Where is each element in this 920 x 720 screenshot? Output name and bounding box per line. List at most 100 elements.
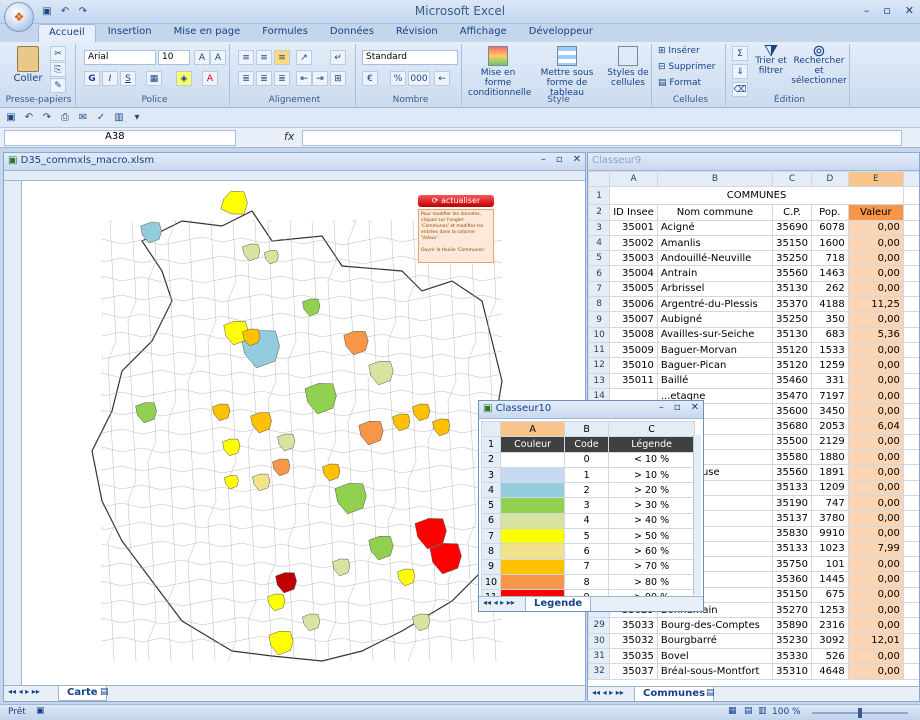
- col-letter[interactable]: A: [609, 171, 658, 188]
- align-center-icon[interactable]: ≣: [256, 71, 272, 86]
- close-icon[interactable]: ✕: [691, 402, 699, 413]
- col-letter[interactable]: D: [810, 171, 849, 188]
- cell[interactable]: 35470: [772, 387, 812, 405]
- cell[interactable]: 35130: [772, 326, 812, 343]
- name-box[interactable]: A38: [4, 130, 236, 146]
- row-number[interactable]: 9: [588, 311, 611, 328]
- cell[interactable]: 0,00: [847, 525, 904, 542]
- font-name-select[interactable]: Arial: [84, 50, 156, 65]
- cell[interactable]: 0,00: [847, 357, 904, 374]
- column-header[interactable]: Valeur: [847, 204, 904, 221]
- cell[interactable]: 35310: [772, 663, 812, 680]
- cell[interactable]: [902, 617, 919, 634]
- conditional-format-button[interactable]: Mise en forme conditionnelle: [468, 46, 531, 98]
- align-middle-icon[interactable]: ≡: [256, 50, 272, 65]
- sheet-nav-icons[interactable]: ◂◂ ◂ ▸ ▸▸: [8, 687, 40, 696]
- cell[interactable]: 3092: [810, 632, 849, 649]
- align-bottom-icon[interactable]: ≡: [274, 50, 290, 65]
- cell[interactable]: 0,00: [847, 403, 904, 420]
- cell[interactable]: 0,00: [847, 234, 904, 252]
- print-preview-icon[interactable]: ⎙: [58, 111, 72, 125]
- tab-5[interactable]: Révision: [386, 24, 448, 42]
- cell[interactable]: 9910: [810, 525, 849, 542]
- cell[interactable]: Baguer-Pican: [656, 357, 774, 374]
- row-number[interactable]: 10: [480, 573, 502, 591]
- cell[interactable]: Amanlis: [656, 234, 774, 252]
- percent-button[interactable]: %: [390, 71, 406, 86]
- legend-code[interactable]: 7: [564, 558, 610, 575]
- cell[interactable]: [902, 418, 919, 435]
- cell[interactable]: 683: [810, 326, 849, 343]
- cell[interactable]: 0,00: [847, 510, 904, 527]
- macro-record-icon[interactable]: ▣: [36, 706, 45, 716]
- sheet-nav-icons[interactable]: ◂◂ ◂ ▸ ▸▸: [592, 688, 624, 697]
- cell[interactable]: 7197: [810, 387, 849, 405]
- cell[interactable]: 718: [810, 250, 849, 267]
- cell[interactable]: [902, 602, 919, 619]
- customize-icon[interactable]: ▾: [130, 111, 144, 125]
- sort-filter-button[interactable]: ⧩ Trier et filtrer: [752, 43, 790, 77]
- cell[interactable]: 35750: [772, 556, 812, 573]
- legend-color-swatch[interactable]: [500, 512, 566, 530]
- cell[interactable]: 3450: [810, 403, 849, 420]
- cell[interactable]: 2053: [810, 418, 849, 435]
- increase-indent-icon[interactable]: ⇥: [312, 71, 328, 86]
- cell[interactable]: 3780: [810, 510, 849, 527]
- cell[interactable]: Bovel: [656, 647, 774, 665]
- commune-shape[interactable]: [220, 190, 248, 215]
- find-select-button[interactable]: ⊚ Rechercher et sélectionner: [790, 43, 848, 87]
- cell[interactable]: 35006: [609, 296, 658, 313]
- tab-0[interactable]: Accueil: [38, 24, 96, 42]
- cell-styles-button[interactable]: Styles de cellules: [606, 46, 650, 88]
- cell[interactable]: 35230: [772, 632, 812, 649]
- cell[interactable]: [902, 449, 919, 466]
- cell[interactable]: 35005: [609, 280, 658, 298]
- cell[interactable]: 0,00: [847, 250, 904, 267]
- cell[interactable]: 35680: [772, 418, 812, 435]
- cell[interactable]: 0,00: [847, 556, 904, 573]
- cell[interactable]: [902, 250, 919, 267]
- cell[interactable]: [902, 632, 919, 649]
- legend-label[interactable]: > 40 %: [608, 512, 696, 530]
- col-letter[interactable]: C: [608, 420, 696, 438]
- cell[interactable]: [902, 311, 919, 328]
- cell[interactable]: 0,00: [847, 265, 904, 282]
- decrease-decimal-icon[interactable]: ←: [434, 71, 450, 86]
- cell[interactable]: Acigné: [656, 219, 774, 236]
- cell[interactable]: 1253: [810, 602, 849, 619]
- legend-header[interactable]: Couleur: [500, 436, 566, 453]
- cell[interactable]: [902, 525, 919, 542]
- cell[interactable]: 35033: [609, 617, 658, 634]
- wrap-text-icon[interactable]: ↵: [330, 50, 346, 65]
- select-all[interactable]: [588, 171, 611, 188]
- cell[interactable]: [902, 296, 919, 313]
- office-button[interactable]: ❖: [4, 2, 34, 32]
- zoom-level[interactable]: 100 %: [772, 707, 801, 717]
- cell[interactable]: 35560: [772, 464, 812, 481]
- cell[interactable]: 675: [810, 586, 849, 604]
- align-right-icon[interactable]: ≣: [274, 71, 290, 86]
- legend-label[interactable]: < 10 %: [608, 451, 696, 468]
- col-letter[interactable]: E: [847, 171, 904, 188]
- cell[interactable]: 0,00: [847, 663, 904, 680]
- cell[interactable]: [902, 204, 919, 221]
- cell[interactable]: 1209: [810, 479, 849, 496]
- cell[interactable]: 35130: [772, 280, 812, 298]
- new-sheet-icon[interactable]: ▤: [706, 688, 715, 698]
- row-number[interactable]: 12: [588, 357, 611, 374]
- cell[interactable]: 0,00: [847, 617, 904, 634]
- row-number[interactable]: 3: [588, 219, 611, 236]
- cell[interactable]: 35137: [772, 510, 812, 527]
- legend-code[interactable]: 0: [564, 451, 610, 468]
- align-left-icon[interactable]: ≣: [238, 71, 254, 86]
- row-number[interactable]: 31: [588, 647, 611, 665]
- cell[interactable]: 35011: [609, 372, 658, 389]
- cell[interactable]: 35270: [772, 602, 812, 619]
- cell[interactable]: [902, 219, 919, 236]
- row-number[interactable]: 2: [588, 204, 611, 221]
- format-painter-icon[interactable]: ✎: [50, 78, 66, 93]
- cell[interactable]: 35190: [772, 494, 812, 512]
- cell[interactable]: Antrain: [656, 265, 774, 282]
- row-number[interactable]: 6: [588, 265, 611, 282]
- cell[interactable]: 0,00: [847, 494, 904, 512]
